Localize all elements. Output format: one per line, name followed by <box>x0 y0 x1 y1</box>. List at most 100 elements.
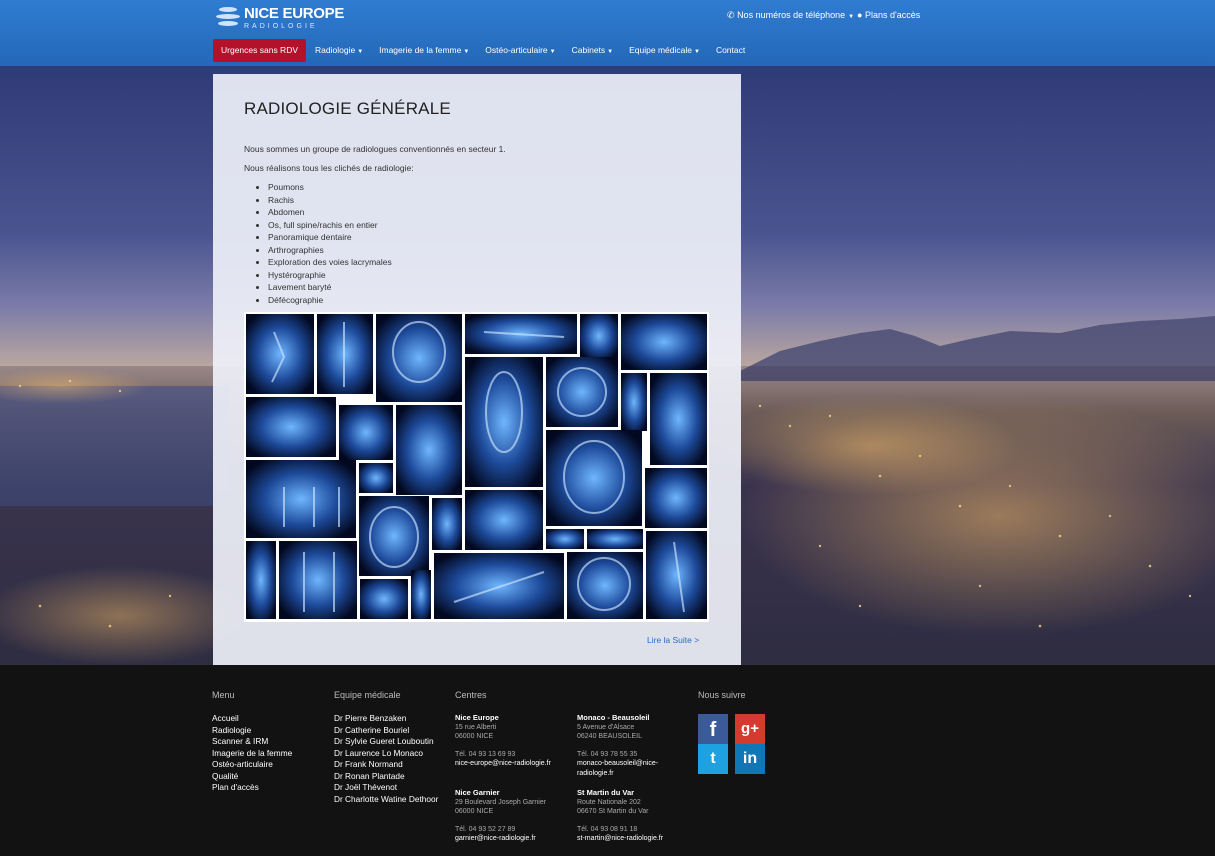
list-item: Panoramique dentaire <box>268 231 392 244</box>
center-address: 29 Boulevard Joseph Garnier <box>455 798 547 806</box>
nav-item-osteo-articulaire[interactable]: Ostéo-articulaire ▼ <box>477 39 563 62</box>
list-item: Hystérographie <box>268 269 392 282</box>
maps-link-label: Plans d'accès <box>864 10 921 20</box>
list-item: Défécographie <box>268 294 392 307</box>
list-item: Poumons <box>268 181 392 194</box>
center-name: Nice Europe <box>455 713 499 722</box>
footer-team: Equipe médicale Dr Pierre Benzaken Dr Ca… <box>334 690 438 805</box>
list-item: Abdomen <box>268 206 392 219</box>
footer-link-radiologie[interactable]: Radiologie <box>212 725 292 737</box>
nav-item-equipe-medicale[interactable]: Equipe médicale ▼ <box>621 39 708 62</box>
phone-icon: ✆ <box>727 10 735 20</box>
center-address: 5 Avenue d'Alsace <box>577 723 635 731</box>
read-more-link[interactable]: Lire la Suite > <box>647 635 699 645</box>
logo[interactable]: NICE EUROPE RADIOLOGIE <box>216 5 344 33</box>
google-plus-icon[interactable]: g+ <box>735 714 765 744</box>
nav-item-cabinets[interactable]: Cabinets ▼ <box>564 39 622 62</box>
center-email[interactable]: monaco-beausoleil@nice- <box>577 759 658 769</box>
facebook-icon[interactable]: f <box>698 714 728 744</box>
footer-menu: Menu Accueil Radiologie Scanner & IRM Im… <box>212 690 292 794</box>
center-city: 06240 BEAUSOLEIL <box>577 733 642 740</box>
chevron-down-icon: ▼ <box>607 49 614 55</box>
nav-item-label: Cabinets <box>571 45 606 55</box>
maps-link[interactable]: ● Plans d'accès <box>857 10 920 20</box>
nav-item-label: Equipe médicale <box>629 45 692 55</box>
center-name: Monaco - Beausoleil <box>577 713 650 722</box>
footer-follow: Nous suivre <box>698 690 746 713</box>
center-st-martin-du-var: St Martin du Var Route Nationale 202 066… <box>577 788 663 844</box>
logo-subtitle: RADIOLOGIE <box>244 23 318 30</box>
chevron-down-icon: ▼ <box>848 14 855 20</box>
center-city: 06670 St Martin du Var <box>577 808 649 815</box>
chevron-down-icon: ▼ <box>357 49 364 55</box>
footer-centers: Centres <box>455 690 487 713</box>
center-name: Nice Garnier <box>455 788 500 797</box>
list-item: Os, full spine/rachis en entier <box>268 219 392 232</box>
nav-item-label: Ostéo-articulaire <box>485 45 548 55</box>
footer-centers-title: Centres <box>455 690 487 700</box>
nav-item-urgences[interactable]: Urgences sans RDV <box>213 39 307 62</box>
footer-link-doctor[interactable]: Dr Sylvie Gueret Louboutin <box>334 736 438 748</box>
center-phone[interactable]: Tél. 04 93 13 69 93 <box>455 750 551 760</box>
center-phone[interactable]: Tél. 04 93 78 55 35 <box>577 750 658 760</box>
footer-link-doctor[interactable]: Dr Pierre Benzaken <box>334 713 438 725</box>
center-email[interactable]: nice-europe@nice-radiologie.fr <box>455 759 551 769</box>
nav-item-imagerie-femme[interactable]: Imagerie de la femme ▼ <box>371 39 477 62</box>
center-email[interactable]: st-martin@nice-radiologie.fr <box>577 834 663 844</box>
footer-link-imagerie-femme[interactable]: Imagerie de la femme <box>212 748 292 760</box>
xray-collage-image <box>244 312 709 622</box>
center-nice-garnier: Nice Garnier 29 Boulevard Joseph Garnier… <box>455 788 546 844</box>
center-nice-europe: Nice Europe 15 rue Alberti 06000 NICE Té… <box>455 713 551 769</box>
footer-link-doctor[interactable]: Dr Charlotte Watine Dethoor <box>334 794 438 806</box>
center-city: 06000 NICE <box>455 808 494 815</box>
intro-text: Nous sommes un groupe de radiologues con… <box>244 144 506 154</box>
footer-link-doctor[interactable]: Dr Catherine Bouriel <box>334 725 438 737</box>
list-item: Rachis <box>268 194 392 207</box>
intro-text-2: Nous réalisons tous les clichés de radio… <box>244 163 414 173</box>
footer-link-doctor[interactable]: Dr Laurence Lo Monaco <box>334 748 438 760</box>
main-nav: Urgences sans RDV Radiologie ▼ Imagerie d… <box>213 39 753 62</box>
chevron-down-icon: ▼ <box>693 49 700 55</box>
center-email[interactable]: garnier@nice-radiologie.fr <box>455 834 546 844</box>
exam-list: Poumons Rachis Abdomen Os, full spine/ra… <box>268 181 392 306</box>
nav-item-label: Contact <box>715 45 746 55</box>
footer-link-qualite[interactable]: Qualité <box>212 771 292 783</box>
center-address: Route Nationale 202 <box>577 798 641 806</box>
center-address: 15 rue Alberti <box>455 723 497 731</box>
footer-link-doctor[interactable]: Dr Joël Thévenot <box>334 782 438 794</box>
content-card: RADIOLOGIE GÉNÉRALE Nous sommes un group… <box>213 74 741 665</box>
logo-title: NICE EUROPE <box>244 5 345 22</box>
footer-menu-title: Menu <box>212 690 235 700</box>
footer-link-doctor[interactable]: Dr Frank Normand <box>334 759 438 771</box>
footer-team-title: Equipe médicale <box>334 690 401 700</box>
footer-link-osteo-articulaire[interactable]: Ostéo-articulaire <box>212 759 292 771</box>
footer-link-doctor[interactable]: Dr Ronan Plantade <box>334 771 438 783</box>
center-phone[interactable]: Tél. 04 93 08 91 18 <box>577 825 663 835</box>
twitter-icon[interactable]: t <box>698 744 728 774</box>
nav-item-label: Urgences sans RDV <box>221 45 299 55</box>
nav-item-contact[interactable]: Contact <box>708 39 753 62</box>
center-email-continued[interactable]: radiologie.fr <box>577 769 658 779</box>
phones-link-label: Nos numéros de téléphone <box>737 10 846 20</box>
chevron-down-icon: ▼ <box>463 49 470 55</box>
center-monaco-beausoleil: Monaco - Beausoleil 5 Avenue d'Alsace 06… <box>577 713 658 778</box>
site-header: NICE EUROPE RADIOLOGIE ✆ Nos numéros de … <box>0 0 1215 66</box>
center-name: St Martin du Var <box>577 788 635 797</box>
linkedin-icon[interactable]: in <box>735 744 765 774</box>
footer-follow-title: Nous suivre <box>698 690 746 700</box>
center-city: 06000 NICE <box>455 733 494 740</box>
map-marker-icon: ● <box>857 10 863 20</box>
footer-link-plan-acces[interactable]: Plan d'accès <box>212 782 292 794</box>
phones-link[interactable]: ✆ Nos numéros de téléphone ▼ <box>727 10 854 21</box>
nav-item-radiologie[interactable]: Radiologie ▼ <box>307 39 371 62</box>
logo-mark-icon <box>216 7 240 31</box>
footer-link-accueil[interactable]: Accueil <box>212 713 292 725</box>
list-item: Lavement baryté <box>268 281 392 294</box>
center-phone[interactable]: Tél. 04 93 52 27 89 <box>455 825 546 835</box>
list-item: Exploration des voies lacrymales <box>268 256 392 269</box>
nav-item-label: Radiologie <box>315 45 356 55</box>
footer-link-scanner-irm[interactable]: Scanner & IRM <box>212 736 292 748</box>
page-title: RADIOLOGIE GÉNÉRALE <box>244 99 451 118</box>
chevron-down-icon: ▼ <box>549 49 556 55</box>
nav-item-label: Imagerie de la femme <box>379 45 462 55</box>
